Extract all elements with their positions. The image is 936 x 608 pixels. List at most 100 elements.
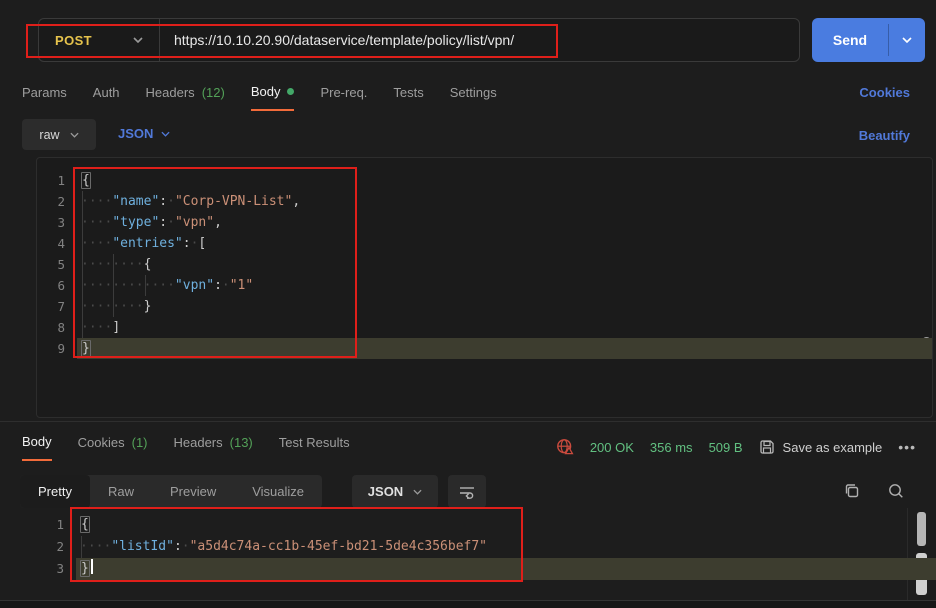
method-select[interactable]: POST [39, 19, 159, 61]
line-number: 6 [37, 275, 65, 296]
response-body-editor[interactable]: 123 {····"listId":·"a5d4c74a-cc1b-45ef-b… [36, 508, 936, 600]
request-tab-body[interactable]: Body [251, 84, 295, 111]
tab-label: Pre-req. [320, 85, 367, 100]
view-tab-visualize[interactable]: Visualize [234, 475, 322, 508]
response-size[interactable]: 509 B [709, 440, 743, 455]
unsaved-dot-icon [287, 88, 294, 95]
code-line[interactable]: ····"name":·"Corp-VPN-List", [77, 191, 932, 212]
code-line[interactable]: ············"vpn":·"1" [77, 275, 932, 296]
copy-response-button[interactable] [842, 481, 862, 501]
response-tab-headers[interactable]: Headers(13) [174, 434, 253, 461]
line-number: 5 [37, 254, 65, 275]
code-area[interactable]: { ····"listId":·"a5d4c74a-cc1b-45ef-bd21-… [76, 508, 936, 600]
body-type-select[interactable]: raw [22, 119, 96, 150]
save-as-example-button[interactable]: Save as example [759, 439, 883, 455]
view-tab-raw[interactable]: Raw [90, 475, 152, 508]
code-line[interactable]: ········} [77, 296, 932, 317]
response-tab-test-results[interactable]: Test Results [279, 434, 350, 461]
code-token: : [214, 278, 222, 293]
text-cursor [91, 559, 93, 574]
code-line[interactable]: ····] [77, 317, 932, 338]
code-token: , [292, 194, 300, 209]
wrap-lines-button[interactable] [448, 475, 486, 508]
save-icon [759, 439, 775, 455]
line-number: 2 [37, 191, 65, 212]
beautify-link[interactable]: Beautify [859, 128, 910, 143]
more-options-icon[interactable]: ••• [898, 439, 916, 455]
chevron-down-icon [161, 131, 170, 137]
line-number: 3 [37, 212, 65, 233]
send-options-button[interactable] [889, 18, 925, 62]
request-tab-settings[interactable]: Settings [450, 84, 497, 111]
copy-icon [842, 481, 862, 501]
request-body-editor[interactable]: 123456789 {····"name":·"Corp-VPN-List",·… [36, 157, 933, 418]
tab-count: (12) [202, 85, 225, 100]
tab-label: Body [251, 84, 281, 99]
code-line[interactable]: } [77, 338, 932, 359]
code-token: · [222, 278, 230, 293]
tab-label: Test Results [279, 435, 350, 450]
code-token: "name" [112, 194, 159, 209]
response-time[interactable]: 356 ms [650, 440, 693, 455]
code-token: ] [112, 320, 120, 335]
code-line[interactable]: ········{ [77, 254, 932, 275]
request-tab-pre-req-[interactable]: Pre-req. [320, 84, 367, 111]
view-tab-preview[interactable]: Preview [152, 475, 234, 508]
body-format-select[interactable]: JSON [118, 126, 170, 141]
code-token: ············ [81, 278, 175, 293]
api-client-window: POST https://10.10.20.90/dataservice/tem… [0, 0, 936, 608]
response-tab-cookies[interactable]: Cookies(1) [78, 434, 148, 461]
code-token: ···· [81, 215, 112, 230]
code-area[interactable]: {····"name":·"Corp-VPN-List",····"type":… [77, 158, 932, 417]
line-number: 1 [36, 514, 64, 536]
search-response-button[interactable] [886, 481, 906, 501]
response-tab-body[interactable]: Body [22, 434, 52, 461]
response-format-select[interactable]: JSON [352, 475, 438, 508]
ssl-warning-icon[interactable] [556, 438, 574, 456]
code-token: "vpn" [175, 278, 214, 293]
code-token: { [81, 172, 91, 189]
code-token: : [159, 194, 167, 209]
line-number: 3 [36, 558, 64, 580]
code-line[interactable]: { [76, 514, 936, 536]
code-token: "a5d4c74a-cc1b-45ef-bd21-5de4c356bef7" [190, 539, 487, 554]
url-input[interactable]: https://10.10.20.90/dataservice/template… [160, 32, 799, 48]
status-badge[interactable]: 200 OK [590, 440, 634, 455]
tab-label: Params [22, 85, 67, 100]
code-token: "entries" [112, 236, 182, 251]
chevron-down-icon [133, 37, 143, 43]
code-token: · [167, 215, 175, 230]
code-token: } [80, 560, 90, 577]
request-tab-auth[interactable]: Auth [93, 84, 120, 111]
code-line[interactable]: { [77, 170, 932, 191]
response-view-tabs: PrettyRawPreviewVisualize [20, 475, 322, 508]
code-token: } [81, 340, 91, 357]
send-button[interactable]: Send [812, 18, 925, 62]
send-button-label: Send [812, 18, 888, 62]
code-token: : [159, 215, 167, 230]
code-token: · [167, 194, 175, 209]
code-line[interactable]: ····"entries":·[ [77, 233, 932, 254]
line-number: 1 [37, 170, 65, 191]
view-tab-pretty[interactable]: Pretty [20, 475, 90, 508]
code-token: "Corp-VPN-List" [175, 194, 292, 209]
cookies-link[interactable]: Cookies [859, 85, 910, 100]
request-tab-tests[interactable]: Tests [393, 84, 423, 111]
code-token: "listId" [111, 539, 174, 554]
line-number: 4 [37, 233, 65, 254]
code-line[interactable]: ····"listId":·"a5d4c74a-cc1b-45ef-bd21-5… [76, 536, 936, 558]
body-type-label: raw [39, 128, 59, 142]
code-line[interactable]: } [76, 558, 936, 580]
code-token: { [80, 516, 90, 533]
code-token: ········ [81, 257, 144, 272]
body-format-label: JSON [118, 126, 153, 141]
request-tab-headers[interactable]: Headers(12) [146, 84, 225, 111]
tab-label: Auth [93, 85, 120, 100]
code-line[interactable]: ····"type":·"vpn", [77, 212, 932, 233]
code-token: ···· [80, 539, 111, 554]
code-token: } [144, 299, 152, 314]
request-tabs: Params Auth Headers(12) Body Pre-req. Tests Se… [22, 84, 497, 111]
request-tab-params[interactable]: Params [22, 84, 67, 111]
url-bar: POST https://10.10.20.90/dataservice/tem… [38, 18, 800, 62]
code-token: "type" [112, 215, 159, 230]
